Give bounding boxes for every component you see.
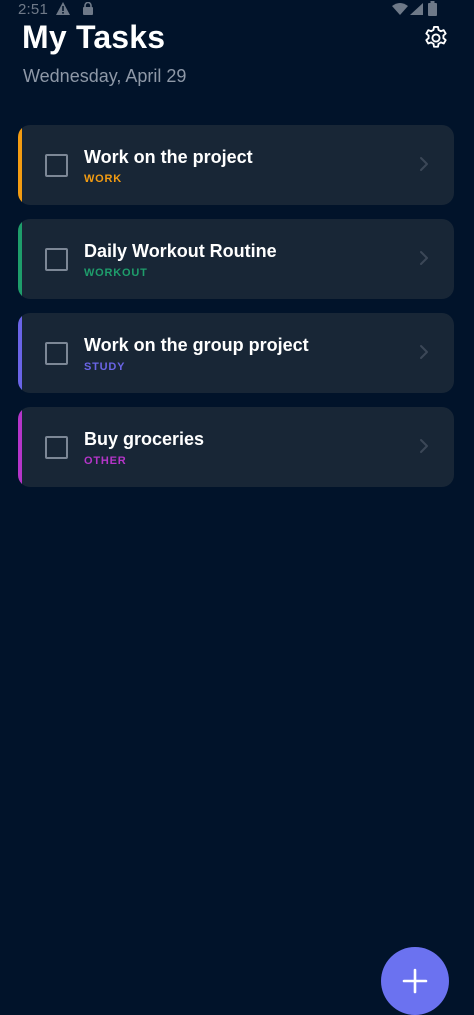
task-card[interactable]: Work on the group project STUDY <box>18 313 454 393</box>
task-category-accent <box>18 219 22 299</box>
chevron-right-icon <box>420 439 428 453</box>
settings-button[interactable] <box>420 22 452 54</box>
task-category-accent <box>18 125 22 205</box>
task-checkbox[interactable] <box>45 342 68 365</box>
plus-icon <box>402 968 428 994</box>
task-card[interactable]: Daily Workout Routine WORKOUT <box>18 219 454 299</box>
chevron-right-icon <box>420 345 428 359</box>
task-checkbox[interactable] <box>45 436 68 459</box>
add-task-button[interactable] <box>381 947 449 1015</box>
gear-icon <box>425 25 447 48</box>
task-category-label: WORK <box>84 173 123 185</box>
task-checkbox[interactable] <box>45 154 68 177</box>
task-list: Work on the project WORK Daily Workout R… <box>18 125 454 501</box>
task-title: Daily Workout Routine <box>84 241 277 261</box>
page-title: My Tasks <box>22 19 166 55</box>
status-time: 2:51 <box>18 1 48 18</box>
wifi-icon <box>392 3 408 15</box>
task-category-accent <box>18 407 22 487</box>
lock-icon <box>83 2 93 15</box>
task-category-label: WORKOUT <box>84 267 148 279</box>
chevron-right-icon <box>420 157 428 171</box>
signal-icon <box>410 3 423 15</box>
chevron-right-icon <box>420 251 428 265</box>
task-category-label: STUDY <box>84 361 126 373</box>
task-title: Buy groceries <box>84 429 205 449</box>
date-subtitle: Wednesday, April 29 <box>23 66 187 86</box>
battery-icon <box>428 1 437 16</box>
task-card[interactable]: Work on the project WORK <box>18 125 454 205</box>
task-category-accent <box>18 313 22 393</box>
alert-icon <box>56 2 70 15</box>
task-category-label: OTHER <box>84 455 127 467</box>
task-checkbox[interactable] <box>45 248 68 271</box>
task-card[interactable]: Buy groceries OTHER <box>18 407 454 487</box>
task-title: Work on the group project <box>84 335 309 355</box>
task-title: Work on the project <box>84 147 253 167</box>
